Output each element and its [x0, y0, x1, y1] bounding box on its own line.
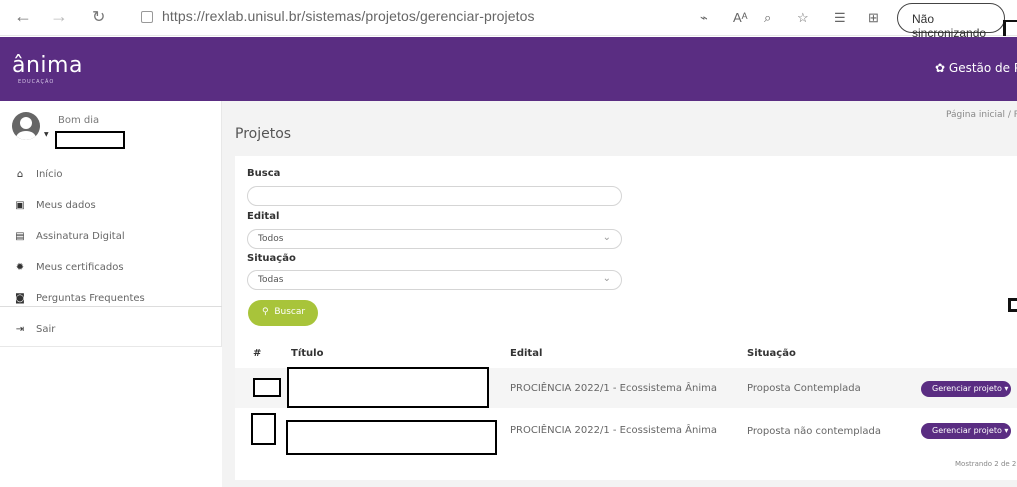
- redacted-id: [251, 413, 276, 445]
- certificate-icon: ✹: [15, 262, 25, 273]
- chevron-down-icon: ⌄: [602, 273, 611, 284]
- situacao-label: Situação: [247, 253, 296, 264]
- refresh-icon[interactable]: ↻: [92, 7, 105, 27]
- gear-icon: ✿: [935, 61, 946, 75]
- pagination-info: Mostrando 2 de 2 it: [955, 460, 1017, 468]
- logo-subtitle: EDUCAÇÃO: [18, 79, 55, 85]
- column-header-number: #: [253, 348, 262, 359]
- row-edital: PROCIÊNCIA 2022/1 - Ecossistema Ânima: [510, 383, 717, 394]
- clipboard-icon: ▤: [15, 231, 25, 242]
- edital-label: Edital: [247, 211, 280, 222]
- text-size-icon[interactable]: Aᴬ: [733, 10, 748, 25]
- row-situacao: Proposta não contemplada: [747, 426, 882, 437]
- avatar[interactable]: [12, 112, 40, 140]
- app-header: ânima EDUCAÇÃO ✿ Gestão de Pro: [0, 37, 1017, 101]
- sidebar-item-inicio[interactable]: ⌂ Início: [0, 161, 222, 191]
- edital-select[interactable]: Todos ⌄: [247, 229, 622, 249]
- busca-input[interactable]: [247, 186, 622, 206]
- sign-out-icon: ⇥: [15, 324, 25, 335]
- address-bar[interactable]: https://rexlab.unisul.br/sistemas/projet…: [162, 8, 535, 24]
- edital-selected-value: Todos: [258, 234, 284, 244]
- id-card-icon: ▣: [15, 200, 25, 211]
- sidebar-divider: [0, 306, 222, 307]
- forward-arrow-icon[interactable]: →: [50, 6, 68, 27]
- situacao-select[interactable]: Todas ⌄: [247, 270, 622, 290]
- redacted-title: [286, 420, 497, 455]
- favorite-icon[interactable]: ☆: [797, 10, 809, 26]
- browser-toolbar: ← → ↻ https://rexlab.unisul.br/sistemas/…: [0, 0, 1017, 40]
- back-arrow-icon[interactable]: ←: [14, 6, 32, 27]
- sidebar: ▼ Bom dia ⌂ Início ▣ Meus dados ▤ Assina…: [0, 101, 222, 347]
- question-icon: ◙: [15, 293, 25, 304]
- chevron-down-icon: ⌄: [602, 232, 611, 243]
- page-title: Projetos: [235, 126, 292, 142]
- column-header-situacao[interactable]: Situação: [747, 348, 796, 359]
- breadcrumb[interactable]: Página inicial / Pr: [946, 110, 1017, 120]
- gerenciar-projeto-button[interactable]: Gerenciar projeto ▾: [921, 381, 1011, 397]
- sync-button[interactable]: Não sincronizando: [897, 3, 1005, 40]
- row-situacao: Proposta Contemplada: [747, 383, 861, 394]
- sidebar-item-assinatura[interactable]: ▤ Assinatura Digital: [0, 223, 222, 253]
- busca-label: Busca: [247, 168, 281, 179]
- sidebar-item-sair[interactable]: ⇥ Sair: [0, 316, 222, 346]
- sidebar-item-meus-dados[interactable]: ▣ Meus dados: [0, 192, 222, 222]
- sidebar-item-certificados[interactable]: ✹ Meus certificados: [0, 254, 222, 284]
- collections-icon[interactable]: ⊞: [868, 10, 879, 26]
- zoom-icon[interactable]: ⌕: [764, 10, 771, 26]
- search-icon: ⚲: [262, 307, 269, 317]
- header-menu-gestao[interactable]: ✿ Gestão de Pro: [935, 61, 1017, 75]
- reader-icon[interactable]: ⌁: [700, 10, 708, 26]
- edge-bracket-icon: [1008, 298, 1017, 312]
- redacted-id: [253, 378, 281, 397]
- situacao-selected-value: Todas: [258, 275, 284, 285]
- favorites-list-icon[interactable]: ☰: [834, 10, 846, 26]
- buscar-button[interactable]: ⚲ Buscar: [248, 300, 318, 326]
- row-edital: PROCIÊNCIA 2022/1 - Ecossistema Ânima: [510, 425, 717, 436]
- column-header-edital[interactable]: Edital: [510, 348, 542, 359]
- page-info-icon[interactable]: [141, 11, 153, 23]
- redacted-user-name: [55, 131, 125, 149]
- home-icon: ⌂: [16, 169, 24, 180]
- redacted-title: [287, 367, 489, 408]
- greeting-text: Bom dia: [58, 115, 100, 126]
- caret-down-icon: ▾: [1004, 384, 1009, 393]
- column-header-titulo[interactable]: Título: [291, 348, 323, 359]
- sidebar-item-perguntas[interactable]: ◙ Perguntas Frequentes: [0, 285, 222, 315]
- gerenciar-projeto-button[interactable]: Gerenciar projeto ▾: [921, 423, 1011, 439]
- caret-down-icon: ▾: [1004, 426, 1009, 435]
- profile-corner-icon: [1003, 20, 1017, 36]
- caret-down-icon[interactable]: ▼: [44, 131, 49, 138]
- anima-logo[interactable]: ânima: [12, 53, 83, 78]
